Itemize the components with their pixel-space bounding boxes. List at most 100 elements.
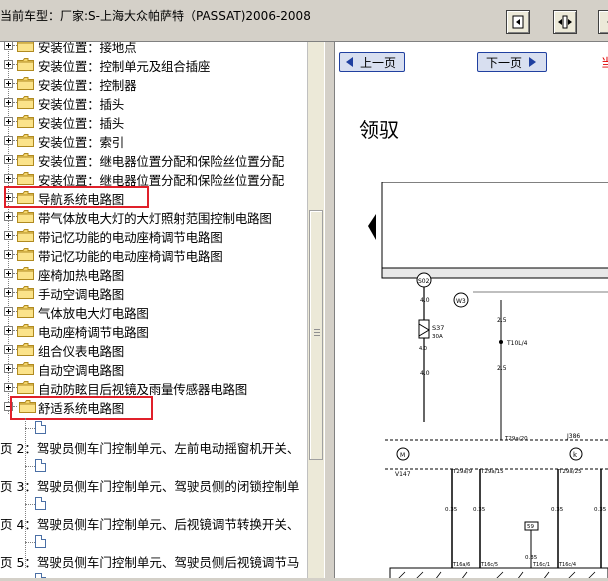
- tree-item[interactable]: 安装位置：接地点: [0, 42, 307, 55]
- expand-icon[interactable]: [4, 250, 13, 259]
- tree-item-label: 座椅加热电路图: [38, 268, 125, 283]
- panel-splitter[interactable]: [324, 42, 335, 581]
- window-title: 当前车型：厂家:S-上海大众帕萨特（PASSAT)2006-2008: [0, 9, 311, 23]
- tree-page-label: 页 2：驾驶员侧车门控制单元、左前电动摇窗机开关、: [0, 441, 300, 456]
- folder-icon: [17, 172, 34, 185]
- tree-item-label: 安装位置：控制单元及组合插座: [38, 59, 211, 74]
- tree-item-label: 安装位置：索引: [38, 135, 125, 150]
- tree-item-label: 气体放电大灯电路图: [38, 306, 149, 321]
- tree-item[interactable]: 气体放电大灯电路图: [0, 302, 307, 321]
- svg-text:S02: S02: [418, 278, 430, 285]
- expand-icon[interactable]: [4, 383, 13, 392]
- tree-item-label: 安装位置：接地点: [38, 42, 137, 55]
- viewer-side-text: 当: [601, 56, 608, 70]
- svg-text:4.0: 4.0: [420, 297, 430, 304]
- folder-icon: [17, 343, 34, 356]
- expand-icon[interactable]: [4, 326, 13, 335]
- tree-page-label: 页 4：驾驶员侧车门控制单元、后视镜调节转换开关、: [0, 517, 300, 532]
- folder-icon: [17, 381, 34, 394]
- collapse-arrow-icon: [368, 214, 376, 240]
- fullscreen-button[interactable]: [598, 10, 608, 34]
- tree-item[interactable]: 安装位置：索引: [0, 131, 307, 150]
- svg-text:V147: V147: [395, 471, 411, 478]
- folder-icon: [17, 58, 34, 71]
- folder-icon: [17, 115, 34, 128]
- tree-page-3[interactable]: 页 3：驾驶员侧车门控制单元、驾驶员侧的闭锁控制单: [0, 476, 307, 495]
- tree-item-label: 带记忆功能的电动座椅调节电路图: [38, 230, 223, 245]
- tree-item-label: 安装位置：继电器位置分配和保险丝位置分配: [38, 154, 285, 169]
- tree-item[interactable]: 安装位置：控制单元及组合插座: [0, 55, 307, 74]
- tree-item[interactable]: 电动座椅调节电路图: [0, 321, 307, 340]
- next-page-button[interactable]: 下一页: [477, 52, 547, 72]
- tree-item[interactable]: 手动空调电路图: [0, 283, 307, 302]
- expand-icon[interactable]: [4, 60, 13, 69]
- folder-icon: [17, 324, 34, 337]
- expand-icon[interactable]: [4, 345, 13, 354]
- expand-icon[interactable]: [4, 79, 13, 88]
- svg-text:4.0: 4.0: [420, 370, 430, 377]
- svg-text:0.35: 0.35: [551, 507, 564, 513]
- expand-icon[interactable]: [4, 155, 13, 164]
- tree-item[interactable]: 自动空调电路图: [0, 359, 307, 378]
- expand-icon[interactable]: [4, 174, 13, 183]
- highlight-comfort: [10, 396, 153, 420]
- scrollbar-thumb[interactable]: [309, 210, 323, 460]
- page-doc-icon: [35, 421, 46, 434]
- page-doc-icon: [35, 497, 46, 510]
- tree-item[interactable]: 安装位置：控制器: [0, 74, 307, 93]
- tree-item-label: 带记忆功能的电动座椅调节电路图: [38, 249, 223, 264]
- single-page-button[interactable]: [506, 10, 530, 34]
- tree-item[interactable]: 座椅加热电路图: [0, 264, 307, 283]
- svg-text:J386: J386: [566, 433, 580, 440]
- page-doc-icon: [35, 535, 46, 548]
- svg-text:M: M: [400, 452, 405, 459]
- tree-item[interactable]: 安装位置：继电器位置分配和保险丝位置分配: [0, 150, 307, 169]
- tree-item[interactable]: 安装位置：插头: [0, 93, 307, 112]
- svg-text:T10L/4: T10L/4: [506, 340, 528, 347]
- expand-icon[interactable]: [4, 42, 13, 50]
- svg-text:0.35: 0.35: [525, 555, 538, 561]
- svg-text:S37: S37: [432, 324, 444, 332]
- next-page-label: 下一页: [486, 55, 523, 70]
- folder-icon: [17, 96, 34, 109]
- expand-icon[interactable]: [4, 364, 13, 373]
- prev-page-button[interactable]: 上一页: [339, 52, 405, 72]
- tree-item-label: 电动座椅调节电路图: [38, 325, 149, 340]
- expand-icon[interactable]: [4, 231, 13, 240]
- expand-icon[interactable]: [4, 136, 13, 145]
- svg-text:T29a/20: T29a/20: [504, 436, 528, 442]
- fit-width-button[interactable]: [553, 10, 577, 34]
- tree-item[interactable]: 带气体放电大灯的大灯照射范围控制电路图: [0, 207, 307, 226]
- svg-text:T16a/6: T16a/6: [452, 562, 470, 568]
- svg-text:0.35: 0.35: [594, 507, 607, 513]
- tree-scrollbar[interactable]: [307, 42, 324, 578]
- tree-item[interactable]: 安装位置：插头: [0, 112, 307, 131]
- tree-item[interactable]: 带记忆功能的电动座椅调节电路图: [0, 245, 307, 264]
- folder-icon: [17, 362, 34, 375]
- expand-icon[interactable]: [4, 307, 13, 316]
- svg-text:4.0: 4.0: [419, 346, 427, 352]
- document-viewer: 上一页 下一页 当 领驭 S02 4.0 W3 S37 30A 4.0 4.0 …: [335, 42, 608, 581]
- tree-page-2[interactable]: 页 2：驾驶员侧车门控制单元、左前电动摇窗机开关、: [0, 438, 307, 457]
- tree-item-label: 安装位置：控制器: [38, 78, 137, 93]
- expand-icon[interactable]: [4, 117, 13, 126]
- tree-item[interactable]: 带记忆功能的电动座椅调节电路图: [0, 226, 307, 245]
- folder-icon: [17, 210, 34, 223]
- tree-item[interactable]: 组合仪表电路图: [0, 340, 307, 359]
- document-title: 领驭: [359, 118, 399, 142]
- tree-item[interactable]: 自动防眩目后视镜及雨量传感器电路图: [0, 378, 307, 397]
- wiring-diagram: S02 4.0 W3 S37 30A 4.0 4.0 2.5 T10L/4 2.…: [368, 182, 608, 581]
- expand-icon[interactable]: [4, 212, 13, 221]
- expand-icon[interactable]: [4, 288, 13, 297]
- tree-page-label: 页 5：驾驶员侧车门控制单元、驾驶员侧后视镜调节马: [0, 555, 300, 570]
- tree-panel[interactable]: 安装位置：接地点 安装位置：控制单元及组合插座 安装位置：控制器 安装位置：插头 安装位…: [0, 42, 307, 578]
- svg-text:T29a/25: T29a/25: [558, 469, 582, 475]
- expand-icon[interactable]: [4, 98, 13, 107]
- folder-icon: [17, 286, 34, 299]
- tree-page-4[interactable]: 页 4：驾驶员侧车门控制单元、后视镜调节转换开关、: [0, 514, 307, 533]
- arrow-right-icon: [529, 57, 537, 67]
- folder-icon: [17, 267, 34, 280]
- expand-icon[interactable]: [4, 269, 13, 278]
- page-doc-icon: [35, 459, 46, 472]
- tree-page-5[interactable]: 页 5：驾驶员侧车门控制单元、驾驶员侧后视镜调节马: [0, 552, 307, 571]
